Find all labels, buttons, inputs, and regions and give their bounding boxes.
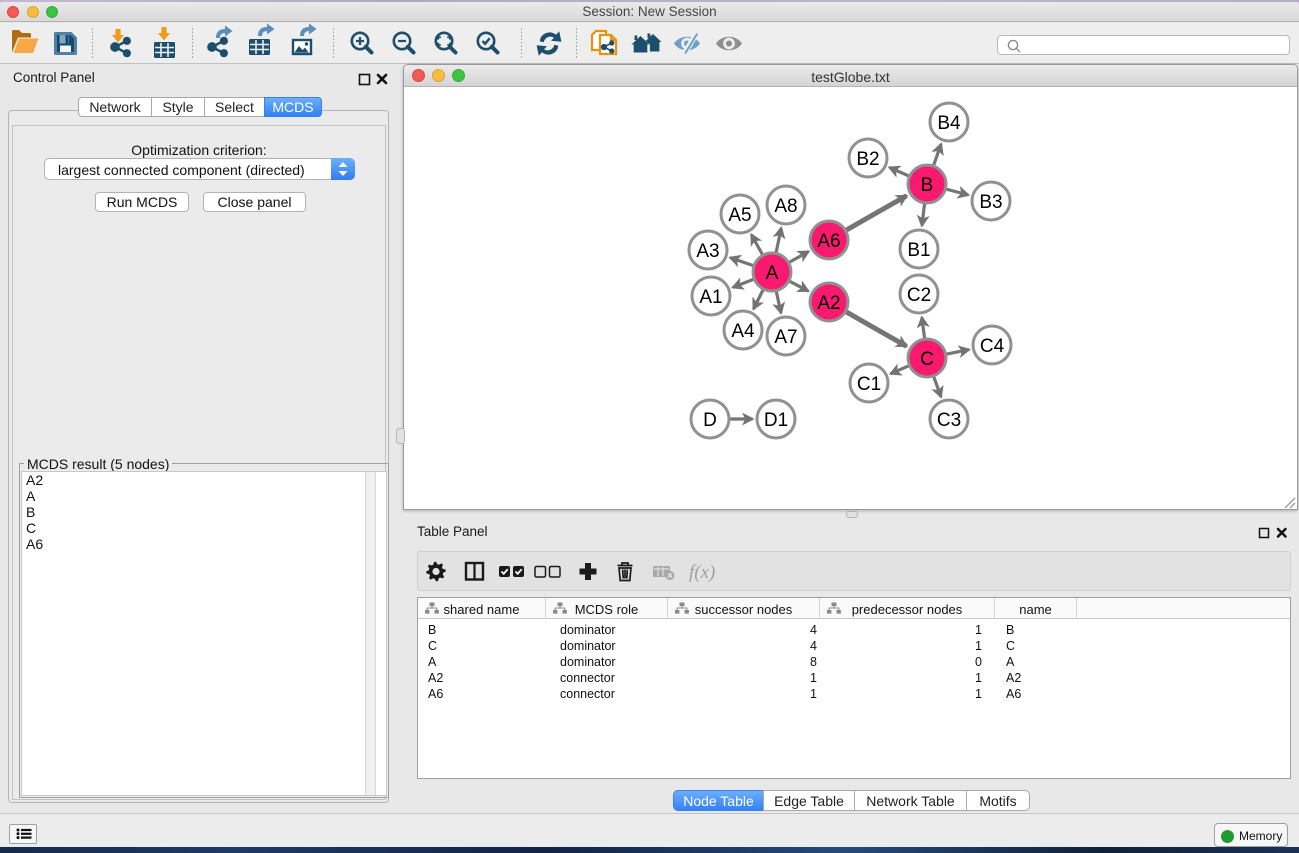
svg-text:A1: A1 xyxy=(699,287,722,308)
svg-text:A3: A3 xyxy=(696,241,719,262)
svg-text:B4: B4 xyxy=(937,113,961,134)
svg-text:A7: A7 xyxy=(774,327,797,348)
svg-text:C: C xyxy=(920,349,934,370)
svg-text:C2: C2 xyxy=(907,285,931,306)
svg-text:B: B xyxy=(921,175,934,196)
svg-text:B3: B3 xyxy=(979,192,1002,213)
svg-text:C4: C4 xyxy=(980,336,1005,357)
svg-text:A8: A8 xyxy=(774,196,797,217)
svg-text:A5: A5 xyxy=(728,205,751,226)
svg-text:D1: D1 xyxy=(764,410,788,431)
svg-text:C1: C1 xyxy=(857,374,881,395)
svg-text:A2: A2 xyxy=(817,293,840,314)
svg-text:f(x): f(x) xyxy=(689,562,715,583)
svg-text:A4: A4 xyxy=(731,321,755,342)
svg-text:A6: A6 xyxy=(817,231,840,252)
svg-text:B2: B2 xyxy=(856,149,879,170)
svg-text:C3: C3 xyxy=(937,410,961,431)
svg-text:D: D xyxy=(703,410,717,431)
svg-text:A: A xyxy=(766,263,779,284)
svg-text:B1: B1 xyxy=(907,240,930,261)
